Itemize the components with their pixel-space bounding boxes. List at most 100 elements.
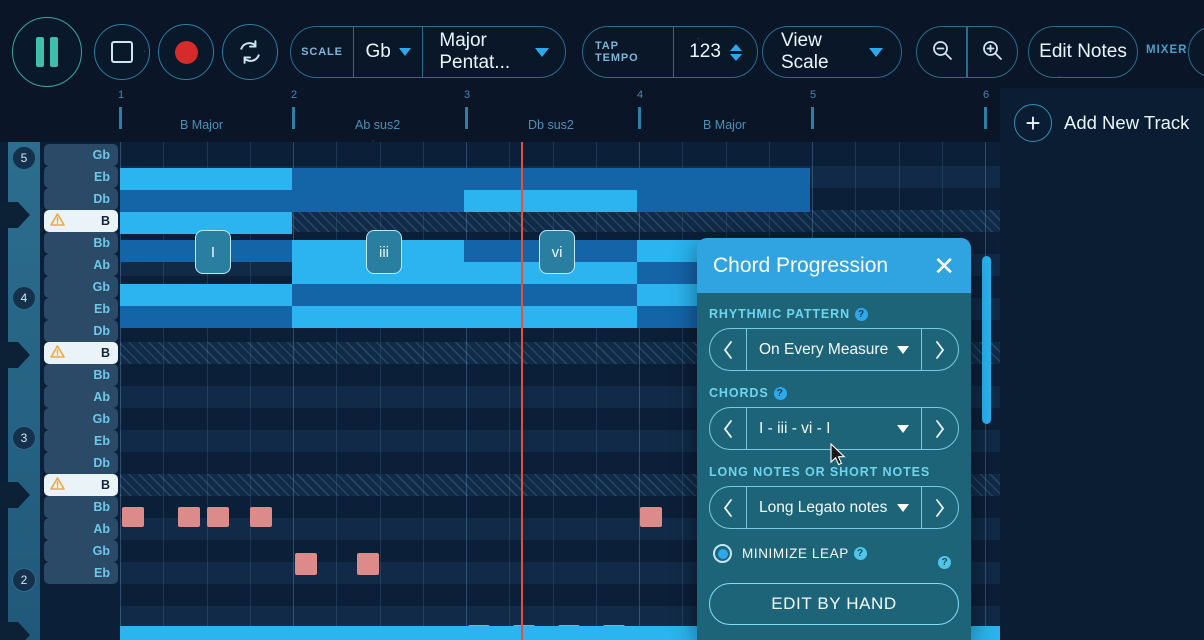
tap-tempo-button[interactable]: TAP TEMPO	[583, 27, 673, 77]
chord-note[interactable]	[292, 284, 464, 306]
view-scale-dropdown[interactable]: View Scale	[762, 26, 902, 78]
mixer-button[interactable]: MIXER	[1146, 44, 1187, 56]
notes-length-control[interactable]: Long Legato notes	[709, 486, 959, 529]
piano-key[interactable]: Gb	[44, 144, 118, 166]
minimize-leap-toggle[interactable]: MINIMIZE LEAP ?	[713, 544, 959, 563]
radio-button[interactable]	[713, 544, 732, 563]
close-icon[interactable]: ✕	[933, 253, 955, 279]
piano-key-label: Bb	[93, 500, 110, 514]
chord-label[interactable]: B Major	[180, 118, 223, 132]
next-button[interactable]	[922, 339, 958, 361]
edit-notes-button[interactable]: Edit Notes	[1028, 26, 1138, 78]
next-button[interactable]	[922, 418, 958, 440]
chevron-down-icon	[535, 47, 549, 57]
playhead[interactable]	[521, 142, 523, 640]
scale-selector[interactable]: SCALE Gb Major Pentat...	[290, 26, 566, 78]
melody-note[interactable]	[178, 507, 200, 527]
scale-type-value: Major Pentat...	[439, 30, 511, 73]
piano-key[interactable]: B	[44, 210, 118, 232]
bar-number: 1	[118, 89, 125, 101]
chord-note[interactable]	[292, 306, 464, 328]
piano-key[interactable]: Bb	[44, 232, 118, 254]
next-button[interactable]	[922, 497, 958, 519]
chord-chip[interactable]: iii	[366, 230, 402, 274]
chord-note[interactable]	[292, 190, 464, 212]
chord-note[interactable]	[637, 190, 810, 212]
piano-key[interactable]: Bb	[44, 364, 118, 386]
melody-note[interactable]	[640, 507, 662, 527]
piano-key[interactable]: Ab	[44, 518, 118, 540]
add-new-track-button[interactable]: + Add New Track	[1000, 88, 1204, 158]
piano-key[interactable]: Db	[44, 452, 118, 474]
bar-number: 5	[810, 89, 817, 101]
prev-button[interactable]	[710, 418, 746, 440]
piano-key[interactable]: B	[44, 474, 118, 496]
pause-button[interactable]	[12, 17, 82, 87]
chord-note[interactable]	[120, 306, 292, 328]
chord-note[interactable]	[120, 284, 292, 306]
stepper-arrows-icon[interactable]	[729, 43, 742, 61]
help-icon[interactable]: ?	[773, 386, 787, 400]
right-sidebar	[1000, 88, 1204, 640]
loop-button[interactable]	[222, 24, 278, 80]
zoom-out-button[interactable]	[917, 27, 966, 77]
piano-key[interactable]: Gb	[44, 276, 118, 298]
help-icon[interactable]: ?	[853, 547, 867, 560]
piano-key[interactable]: Eb	[44, 298, 118, 320]
mixer-pill-partial[interactable]	[1188, 26, 1204, 78]
piano-key[interactable]: Gb	[44, 408, 118, 430]
notes-length-dropdown[interactable]: Long Legato notes	[746, 487, 922, 528]
rhythmic-pattern-dropdown[interactable]: On Every Measure	[746, 329, 922, 370]
record-button[interactable]	[158, 24, 214, 80]
help-icon[interactable]: ?	[855, 307, 869, 321]
scale-root-dropdown[interactable]: Gb	[354, 27, 422, 77]
rhythmic-pattern-control[interactable]: On Every Measure	[709, 328, 959, 371]
chord-note[interactable]	[120, 190, 292, 212]
stop-button[interactable]	[94, 24, 150, 80]
chord-chip[interactable]: I	[195, 230, 231, 274]
tempo-value: 123	[689, 41, 721, 62]
chord-progression-dialog[interactable]: Chord Progression ✕ RHYTHMIC PATTERN ? O…	[697, 238, 971, 640]
piano-key[interactable]: Db	[44, 320, 118, 342]
chord-note[interactable]	[464, 284, 637, 306]
chord-note[interactable]	[464, 306, 637, 328]
chord-label[interactable]: Db sus2	[528, 118, 574, 132]
melody-note[interactable]	[250, 507, 272, 527]
record-icon	[174, 40, 198, 64]
piano-key[interactable]: Db	[44, 188, 118, 210]
piano-key[interactable]: B	[44, 342, 118, 364]
piano-key[interactable]: Eb	[44, 166, 118, 188]
tempo-stepper[interactable]: 123	[674, 27, 757, 77]
melody-note[interactable]	[295, 553, 317, 575]
chord-label[interactable]: B Major	[703, 118, 746, 132]
plus-icon: +	[1014, 104, 1052, 142]
edit-by-hand-button[interactable]: EDIT BY HAND	[709, 583, 959, 625]
piano-key[interactable]: Ab	[44, 254, 118, 276]
help-icon[interactable]: ?	[938, 556, 951, 569]
chevron-down-icon	[897, 345, 909, 354]
zoom-in-button[interactable]	[968, 27, 1017, 77]
piano-key[interactable]: Eb	[44, 430, 118, 452]
timeline-ruler[interactable]: 1 2 3 4 5 6 B Major Ab sus2 Db sus2 B Ma…	[0, 88, 1000, 142]
chord-note[interactable]	[464, 190, 637, 212]
piano-key[interactable]: Gb	[44, 540, 118, 562]
vertical-scrollbar[interactable]	[982, 256, 991, 424]
keyboard-key-column[interactable]: Gb Eb Db B Bb Ab Gb Eb Db B Bb Ab Gb Eb Db B Bb Ab Gb Eb 5 4 3…	[0, 142, 120, 640]
prev-button[interactable]	[710, 497, 746, 519]
note-lane[interactable]	[120, 144, 1000, 166]
chord-note[interactable]	[120, 168, 292, 190]
chord-label[interactable]: Ab sus2	[355, 118, 400, 132]
melody-note[interactable]	[122, 507, 144, 527]
chord-note[interactable]	[292, 168, 810, 190]
melody-note[interactable]	[357, 553, 379, 575]
chord-chip[interactable]: vi	[539, 230, 575, 274]
prev-button[interactable]	[710, 339, 746, 361]
tap-tempo-control[interactable]: TAP TEMPO 123	[582, 26, 758, 78]
scale-type-dropdown[interactable]: Major Pentat...	[423, 27, 565, 77]
melody-note[interactable]	[207, 507, 229, 527]
piano-key[interactable]: Bb	[44, 496, 118, 518]
piano-key[interactable]: Eb	[44, 562, 118, 584]
piano-key[interactable]: Ab	[44, 386, 118, 408]
mouse-cursor	[830, 442, 846, 472]
warning-icon	[50, 213, 65, 229]
